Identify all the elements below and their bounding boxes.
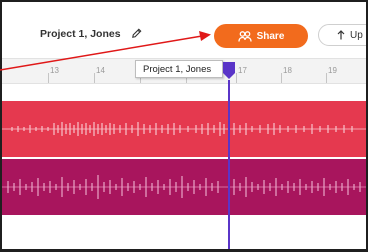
upload-arrow-icon <box>337 30 345 40</box>
upload-button-label: Up <box>350 29 363 41</box>
playhead-marker-icon[interactable] <box>222 62 236 80</box>
project-title[interactable]: Project 1, Jones <box>40 28 121 40</box>
ruler-tick <box>326 73 327 83</box>
ruler-label: 13 <box>50 66 59 75</box>
empty-timeline-area[interactable] <box>2 215 366 249</box>
share-icon <box>237 31 252 42</box>
ruler-tick <box>94 73 95 83</box>
ruler-label: 17 <box>238 66 247 75</box>
pencil-icon[interactable] <box>130 27 143 40</box>
upload-button[interactable]: Up <box>318 24 366 46</box>
ruler-tick <box>281 73 282 83</box>
share-button[interactable]: Share <box>214 24 308 48</box>
waveform <box>2 175 366 199</box>
playhead-line[interactable] <box>228 80 230 249</box>
editor-window: Project 1, Jones Share Up 13 14 17 18 19 <box>0 0 368 252</box>
ruler-tick <box>236 73 237 83</box>
audio-track-1[interactable] <box>2 101 366 157</box>
top-toolbar: Project 1, Jones Share Up <box>2 2 366 58</box>
share-button-label: Share <box>256 30 285 42</box>
ruler-label: 18 <box>283 66 292 75</box>
ruler-tick <box>48 73 49 83</box>
ruler-label: 19 <box>328 66 337 75</box>
waveform <box>2 122 366 136</box>
audio-track-2[interactable] <box>2 159 366 215</box>
ruler-label: 14 <box>96 66 105 75</box>
project-title-tooltip: Project 1, Jones <box>135 60 223 78</box>
